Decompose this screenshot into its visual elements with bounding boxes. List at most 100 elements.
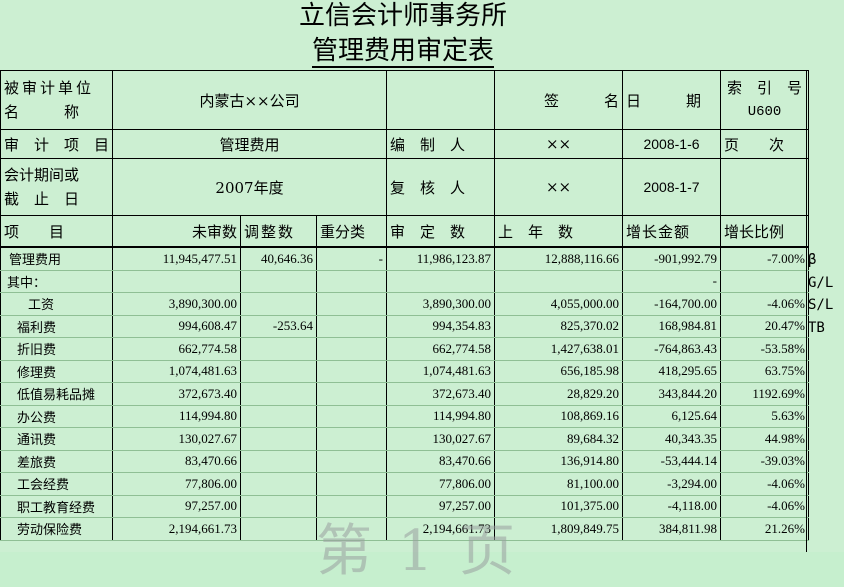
cell-ratio[interactable]: -4.06% [720,472,810,496]
cell-adjust[interactable] [240,517,318,541]
cell-reclass[interactable] [316,449,388,473]
cell-item[interactable]: 低值易耗品摊 [0,382,114,406]
cell-reclass[interactable] [316,269,388,293]
cell-unaudited[interactable]: 994,608.47 [112,314,242,338]
cell-growth[interactable]: 384,811.98 [622,517,722,541]
cell-prior[interactable]: 89,684.32 [494,427,624,451]
cell-item[interactable]: 其中： [0,269,114,293]
cell-prior[interactable]: 825,370.02 [494,314,624,338]
cell-unaudited[interactable]: 114,994.80 [112,404,242,428]
cell-ratio[interactable]: 21.26% [720,517,810,541]
cell-unaudited[interactable]: 2,194,661.73 [112,517,242,541]
preparer-date[interactable]: 2008-1-6 [622,129,722,159]
cell-item[interactable]: 修理费 [0,359,114,383]
cell-adjust[interactable] [240,404,318,428]
cell-unaudited[interactable]: 130,027.67 [112,427,242,451]
cell-unaudited[interactable]: 1,074,481.63 [112,359,242,383]
audit-item-value[interactable]: 管理费用 [112,129,388,159]
cell-unaudited[interactable] [112,269,242,293]
cell-item[interactable]: 职工教育经费 [0,494,114,518]
cell-reclass[interactable] [316,337,388,361]
cell-unaudited[interactable]: 83,470.66 [112,449,242,473]
reviewer-value[interactable]: ×× [494,158,624,216]
cell-ratio[interactable]: 5.63% [720,404,810,428]
cell-unaudited[interactable]: 662,774.58 [112,337,242,361]
cell-reclass[interactable] [316,427,388,451]
cell-growth[interactable]: -764,863.43 [622,337,722,361]
cell-reclass[interactable] [316,314,388,338]
cell-prior[interactable]: 656,185.98 [494,359,624,383]
cell-audited[interactable]: 372,673.40 [386,382,496,406]
cell-audited[interactable]: 130,027.67 [386,427,496,451]
cell-growth[interactable]: 40,343.35 [622,427,722,451]
cell-growth[interactable]: 418,295.65 [622,359,722,383]
cell-unaudited[interactable]: 97,257.00 [112,494,242,518]
cell-adjust[interactable] [240,472,318,496]
index-value[interactable]: U600 [724,100,805,124]
cell-audited[interactable] [386,269,496,293]
cell-reclass[interactable] [316,404,388,428]
page-value[interactable] [720,158,810,216]
cell-audited[interactable]: 1,074,481.63 [386,359,496,383]
cell-growth[interactable]: 6,125.64 [622,404,722,428]
cell-audited[interactable]: 3,890,300.00 [386,292,496,316]
entity-value[interactable]: 内蒙古××公司 [112,70,388,130]
cell-reclass[interactable] [316,359,388,383]
cell-audited[interactable]: 114,994.80 [386,404,496,428]
cell-growth[interactable]: -53,444.14 [622,449,722,473]
cell-reclass[interactable] [316,472,388,496]
cell-adjust[interactable] [240,292,318,316]
cell-ratio[interactable] [720,269,810,293]
cell-adjust[interactable] [240,449,318,473]
cell-unaudited[interactable]: 3,890,300.00 [112,292,242,316]
cell-audited[interactable]: 662,774.58 [386,337,496,361]
cell-prior[interactable]: 81,100.00 [494,472,624,496]
cell-prior[interactable]: 1,427,638.01 [494,337,624,361]
cell-growth[interactable]: -164,700.00 [622,292,722,316]
cell-prior[interactable]: 136,914.80 [494,449,624,473]
cell-item[interactable]: 劳动保险费 [0,517,114,541]
cell-ratio[interactable]: 1192.69% [720,382,810,406]
cell-growth[interactable]: 343,844.20 [622,382,722,406]
cell-adjust[interactable] [240,427,318,451]
cell-ratio[interactable]: 63.75% [720,359,810,383]
cell-unaudited[interactable]: 11,945,477.51 [112,246,242,271]
cell-ratio[interactable]: -4.06% [720,292,810,316]
cell-ratio[interactable]: -53.58% [720,337,810,361]
cell-item[interactable]: 办公费 [0,404,114,428]
cell-adjust[interactable] [240,269,318,293]
cell-audited[interactable]: 11,986,123.87 [386,246,496,271]
cell-reclass[interactable] [316,292,388,316]
cell-ratio[interactable]: -7.00% [720,246,810,271]
cell-ratio[interactable]: -4.06% [720,494,810,518]
cell-reclass[interactable]: - [316,246,388,271]
cell-unaudited[interactable]: 372,673.40 [112,382,242,406]
cell-unaudited[interactable]: 77,806.00 [112,472,242,496]
cell-growth[interactable]: -4,118.00 [622,494,722,518]
cell-audited[interactable]: 77,806.00 [386,472,496,496]
cell-item[interactable]: 差旅费 [0,449,114,473]
cell-item[interactable]: 管理费用 [0,246,114,271]
cell-adjust[interactable]: 40,646.36 [240,246,318,271]
cell-ratio[interactable]: 44.98% [720,427,810,451]
cell-item[interactable]: 工会经费 [0,472,114,496]
blank-cell[interactable] [386,70,496,130]
reviewer-date[interactable]: 2008-1-7 [622,158,722,216]
cell-adjust[interactable] [240,337,318,361]
cell-prior[interactable]: 28,829.20 [494,382,624,406]
cell-ratio[interactable]: 20.47% [720,314,810,338]
cell-growth[interactable]: -901,992.79 [622,246,722,271]
cell-prior[interactable]: 12,888,116.66 [494,246,624,271]
cell-growth[interactable]: -3,294.00 [622,472,722,496]
cell-adjust[interactable]: -253.64 [240,314,318,338]
cell-growth[interactable]: - [622,269,722,293]
cell-audited[interactable]: 83,470.66 [386,449,496,473]
cell-item[interactable]: 工资 [0,292,114,316]
cell-prior[interactable]: 4,055,000.00 [494,292,624,316]
cell-reclass[interactable] [316,382,388,406]
cell-item[interactable]: 福利费 [0,314,114,338]
cell-ratio[interactable]: -39.03% [720,449,810,473]
cell-growth[interactable]: 168,984.81 [622,314,722,338]
cell-adjust[interactable] [240,494,318,518]
cell-item[interactable]: 通讯费 [0,427,114,451]
